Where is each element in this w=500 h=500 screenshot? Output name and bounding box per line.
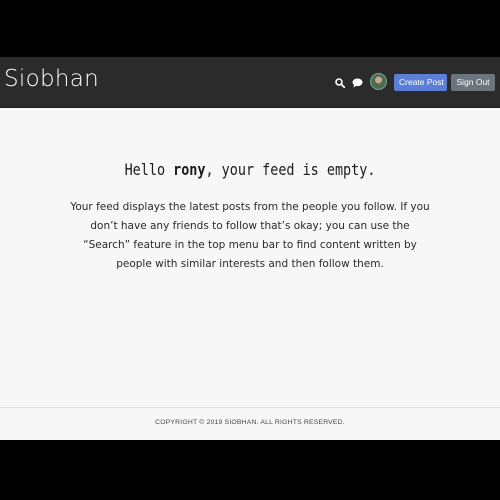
chat-icon[interactable] [352, 78, 363, 88]
brand-logo-text[interactable]: Siobhan [4, 66, 99, 92]
headline-greeting: Hello [124, 160, 174, 179]
app-window: Siobhan Create Post Sign Out Hello rony,… [0, 57, 500, 440]
user-avatar[interactable] [370, 73, 387, 90]
empty-feed-description: Your feed displays the latest posts from… [70, 201, 430, 270]
footer-copyright: COPYRIGHT © 2019 SIOBHAN. ALL RIGHTS RES… [155, 419, 345, 426]
headline-username: rony [173, 160, 206, 179]
search-icon[interactable] [335, 78, 345, 88]
footer-divider [0, 407, 500, 408]
headline-message: , your feed is empty. [205, 160, 376, 179]
top-navbar: Siobhan Create Post Sign Out [0, 57, 500, 108]
sign-out-button[interactable]: Sign Out [451, 74, 495, 91]
create-post-button[interactable]: Create Post [394, 74, 447, 91]
page-title: Hello rony, your feed is empty. [40, 160, 460, 179]
